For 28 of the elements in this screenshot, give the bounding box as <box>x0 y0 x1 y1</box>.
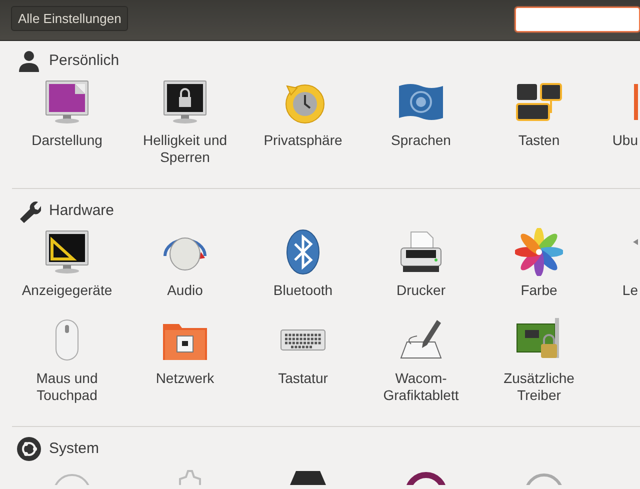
settings-item[interactable]: Wacom-Grafiktablett <box>362 316 480 404</box>
settings-item[interactable]: Darstellung <box>8 78 126 166</box>
settings-item[interactable]: Farbe <box>480 228 598 316</box>
person-icon <box>17 49 41 73</box>
settings-item[interactable]: Ubu <box>598 78 640 166</box>
settings-item[interactable]: Netzwerk <box>126 316 244 404</box>
monitor-lock-icon <box>161 78 209 126</box>
section-title: System <box>49 438 100 459</box>
settings-item[interactable]: Sprachen <box>362 78 480 166</box>
settings-item[interactable]: Zusätzliche Treiber <box>480 316 598 404</box>
settings-item[interactable]: Maus und Touchpad <box>8 316 126 404</box>
settings-item[interactable]: Anzeigegeräte <box>8 228 126 316</box>
settings-item[interactable]: Drucker <box>362 228 480 316</box>
monitor-icon <box>43 78 91 126</box>
settings-item[interactable]: Tastatur <box>244 316 362 404</box>
section-title: Persönlich <box>49 50 120 71</box>
settings-item[interactable]: Audio <box>126 228 244 316</box>
section-title: Hardware <box>49 200 114 221</box>
color-flower-icon <box>515 228 563 276</box>
all-settings-button[interactable]: Alle Einstellungen <box>11 6 128 31</box>
search-field[interactable] <box>515 7 640 32</box>
settings-item[interactable]: Tasten <box>480 78 598 166</box>
settings-item[interactable]: Privatsphäre <box>244 78 362 166</box>
monitor-ruler-icon <box>43 228 91 276</box>
settings-item[interactable]: Le <box>598 228 640 316</box>
settings-item[interactable]: Bluetooth <box>244 228 362 316</box>
settings-item[interactable]: Helligkeit und Sperren <box>126 78 244 166</box>
ubuntu-logo-icon <box>17 437 41 461</box>
